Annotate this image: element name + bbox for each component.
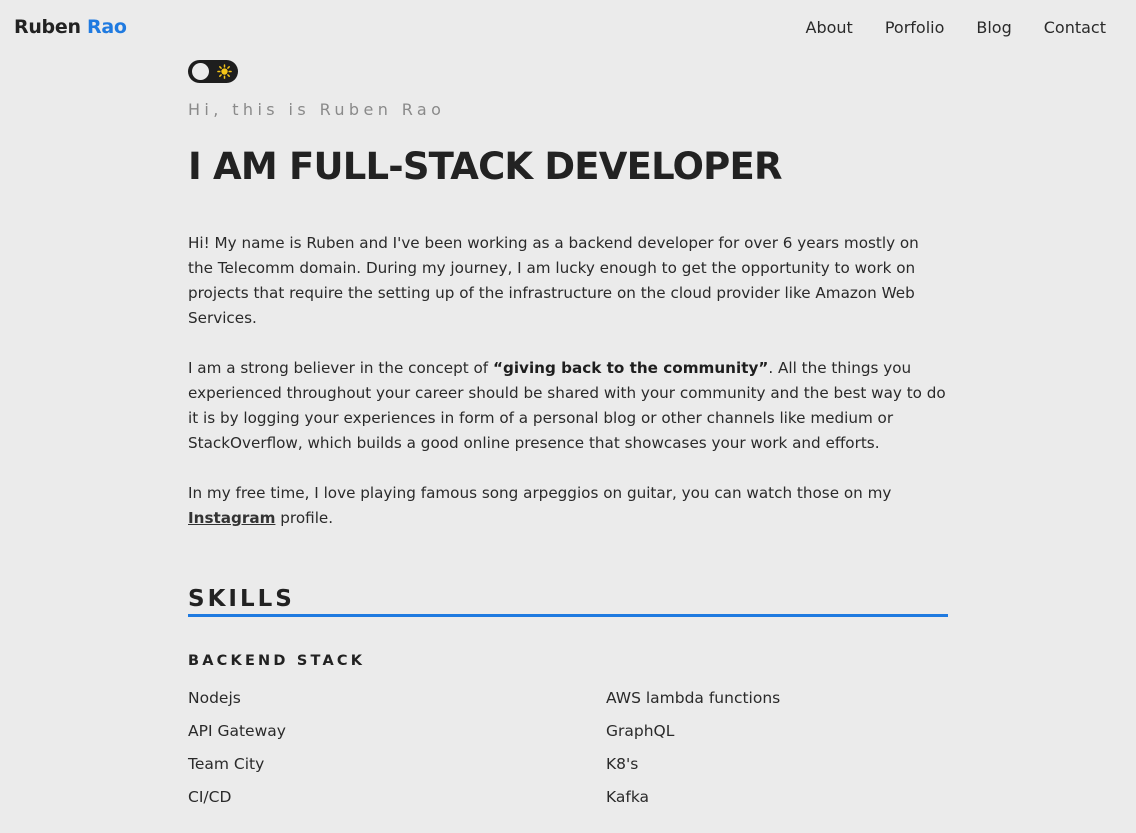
skill-item: Kafka [606,788,650,806]
brand-first-name: Ruben [14,16,81,38]
hero-greeting: Hi, this is Ruben Rao [188,100,446,119]
main-content: Hi, this is Ruben Rao I AM FULL-STACK DE… [188,100,948,821]
nav-links: About Porfolio Blog Contact [806,18,1106,37]
brand-last-name: Rao [87,16,127,38]
about-paragraph-3: In my free time, I love playing famous s… [188,481,948,531]
about-p2-highlight: “giving back to the community” [492,359,769,377]
skill-item: K8's [606,755,639,773]
skill-item: GraphQL [606,722,675,740]
skill-item: API Gateway [188,722,286,740]
skill-item: Nodejs [188,689,241,707]
nav-link-porfolio[interactable]: Porfolio [885,18,945,37]
about-p3-text-end: profile. [275,509,334,527]
about-p2-text-start: I am a strong believer in the concept of [188,359,493,377]
top-navbar: Ruben Rao About Porfolio Blog Contact [0,0,1136,57]
nav-link-blog[interactable]: Blog [976,18,1011,37]
hero-headline: I AM FULL-STACK DEVELOPER [188,145,782,188]
skill-item: AWS lambda functions [606,689,781,707]
theme-toggle-switch[interactable] [188,60,238,83]
brand-logo-link[interactable]: Ruben Rao [14,16,127,38]
skills-heading: SKILLS [188,585,948,617]
backend-stack-heading: BACKEND STACK [188,653,366,669]
instagram-link[interactable]: Instagram [188,509,275,527]
about-paragraph-2: I am a strong believer in the concept of… [188,356,948,456]
about-p3-text-start: In my free time, I love playing famous s… [188,484,892,502]
backend-skills-list: Nodejs AWS lambda functions API Gateway … [188,689,948,821]
sun-icon [216,63,233,80]
skill-item: Team City [188,755,265,773]
nav-link-contact[interactable]: Contact [1044,18,1106,37]
skill-item: CI/CD [188,788,232,806]
nav-link-about[interactable]: About [806,18,853,37]
toggle-knob [192,63,209,80]
about-paragraph-1: Hi! My name is Ruben and I've been worki… [188,234,919,327]
